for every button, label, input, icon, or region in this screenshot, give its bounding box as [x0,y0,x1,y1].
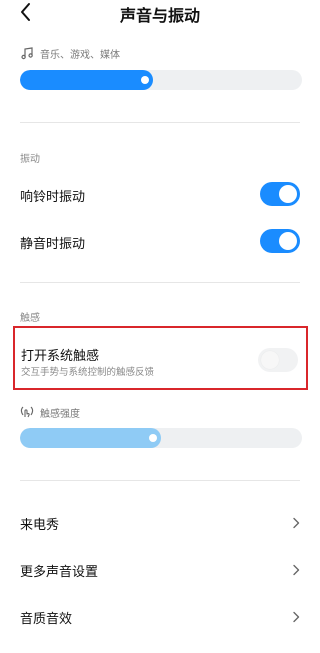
media-volume-knob[interactable] [140,76,149,84]
silent-vibrate-toggle[interactable] [260,229,300,253]
chevron-right-icon [293,517,300,529]
haptic-strength-icon [20,404,34,418]
toggle-knob [261,351,279,369]
media-volume-fill [20,70,153,90]
ring-vibrate-toggle[interactable] [260,182,300,206]
music-note-icon [20,45,34,60]
silent-vibrate-label: 静音时振动 [20,237,86,252]
haptic-strength-knob[interactable] [149,434,157,442]
page-title: 声音与振动 [119,6,200,25]
sound-quality-row[interactable]: 音质音效 [0,599,320,635]
section-label-vibration: 振动 [20,154,40,165]
divider [20,122,300,123]
haptic-strength-label: 触感强度 [40,409,80,420]
haptic-strength-slider[interactable] [20,428,302,448]
divider [20,480,300,481]
caller-show-row[interactable]: 来电秀 [0,505,320,541]
caller-show-label: 来电秀 [20,518,60,533]
section-label-haptics: 触感 [20,313,40,324]
toggle-knob [279,232,297,250]
sound-quality-label: 音质音效 [20,612,73,627]
more-sound-settings-label: 更多声音设置 [20,565,99,580]
haptic-strength-fill [20,428,161,448]
toggle-knob [279,185,297,203]
chevron-right-icon [293,611,300,623]
system-haptics-toggle[interactable] [258,348,298,372]
system-haptics-sublabel: 交互手势与系统控制的触感反馈 [21,367,155,378]
chevron-right-icon [293,564,300,576]
media-volume-slider[interactable] [20,70,302,90]
media-volume-label: 音乐、游戏、媒体 [40,50,120,61]
system-haptics-label: 打开系统触感 [21,349,100,364]
ring-vibrate-label: 响铃时振动 [20,190,86,205]
divider [20,282,300,283]
more-sound-settings-row[interactable]: 更多声音设置 [0,552,320,588]
